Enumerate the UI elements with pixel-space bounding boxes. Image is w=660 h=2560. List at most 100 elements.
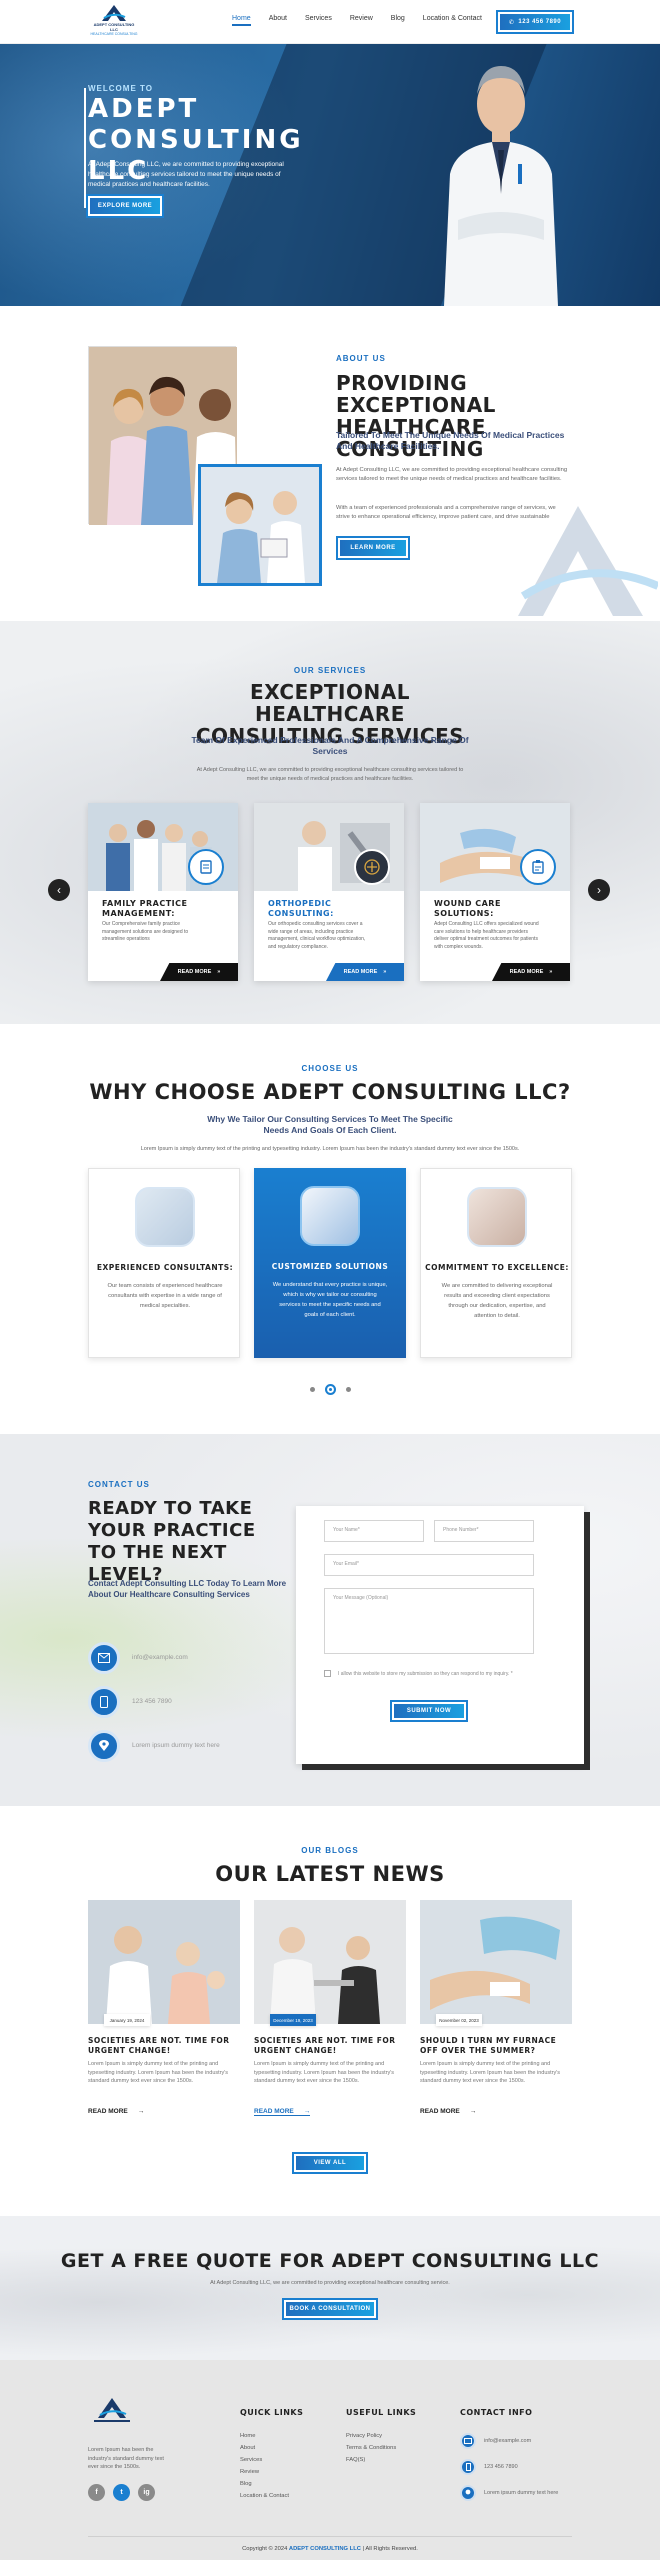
service-card-title: WOUND CARE SOLUTIONS: bbox=[434, 899, 501, 918]
about-subtitle: Tailored To Meet The Unique Needs Of Med… bbox=[336, 430, 565, 451]
blog-post[interactable]: November 02, 2023 SHOULD I TURN MY FURNA… bbox=[420, 1900, 572, 2126]
email-field[interactable]: Your Email* bbox=[324, 1554, 534, 1576]
message-field[interactable]: Your Message (Optional) bbox=[324, 1588, 534, 1654]
consultants-image bbox=[135, 1187, 195, 1247]
nav-review[interactable]: Review bbox=[350, 15, 373, 26]
chevron-right-icon: › bbox=[597, 883, 601, 897]
blog-section: OUR BLOGS OUR LATEST NEWS January 19, 20… bbox=[0, 1806, 660, 2216]
blog-post-date: December 19, 2023 bbox=[270, 2014, 316, 2026]
service-card-desc: Our Comprehensive family practice manage… bbox=[102, 921, 189, 942]
excellence-image bbox=[467, 1187, 527, 1247]
explore-more-button[interactable]: EXPLORE MORE bbox=[88, 196, 162, 216]
carousel-dot-active[interactable] bbox=[324, 1384, 336, 1395]
blog-kicker: OUR BLOGS bbox=[301, 1846, 359, 1855]
why-card-title: COMMITMENT TO EXCELLENCE: bbox=[425, 1263, 569, 1272]
contact-section: CONTACT US READY TO TAKE YOUR PRACTICE T… bbox=[0, 1434, 660, 1806]
footer-link-privacy[interactable]: Privacy Policy bbox=[346, 2433, 416, 2439]
carousel-next-button[interactable]: › bbox=[588, 879, 610, 901]
blog-post-title[interactable]: SOCIETIES ARE NOT. TIME FOR URGENT CHANG… bbox=[88, 2036, 238, 2056]
why-choose-section: CHOOSE US WHY CHOOSE ADEPT CONSULTING LL… bbox=[0, 1024, 660, 1434]
read-more-button[interactable]: READ MORE» bbox=[492, 963, 570, 981]
footer-link-blog[interactable]: Blog bbox=[240, 2481, 303, 2487]
footer-divider bbox=[88, 2536, 572, 2537]
footer-link-location-contact[interactable]: Location & Contact bbox=[240, 2493, 303, 2499]
blog-post[interactable]: January 19, 2024 SOCIETIES ARE NOT. TIME… bbox=[88, 1900, 240, 2126]
phone-field[interactable]: Phone Number* bbox=[434, 1520, 534, 1542]
why-card-experienced[interactable]: EXPERIENCED CONSULTANTS: Our team consis… bbox=[88, 1168, 240, 1358]
read-more-link[interactable]: READ MORE → bbox=[88, 2108, 144, 2115]
useful-links: USEFUL LINKS Privacy Policy Terms & Cond… bbox=[346, 2408, 416, 2469]
nav-blog[interactable]: Blog bbox=[391, 15, 405, 26]
blog-post[interactable]: December 19, 2023 SOCIETIES ARE NOT. TIM… bbox=[254, 1900, 406, 2126]
service-card-orthopedic[interactable]: ORTHOPEDIC CONSULTING: Our orthopedic co… bbox=[254, 803, 404, 981]
facebook-icon[interactable]: f bbox=[88, 2484, 105, 2501]
blog-post-excerpt: Lorem Ipsum is simply dummy text of the … bbox=[88, 2061, 229, 2084]
footer-link-about[interactable]: About bbox=[240, 2445, 303, 2451]
nav-services[interactable]: Services bbox=[305, 15, 332, 26]
name-field[interactable]: Your Name* bbox=[324, 1520, 424, 1542]
read-more-button[interactable]: READ MORE» bbox=[160, 963, 238, 981]
footer-logo[interactable] bbox=[88, 2396, 136, 2426]
quick-links: QUICK LINKS Home About Services Review B… bbox=[240, 2408, 303, 2505]
why-card-desc: We are committed to delivering exception… bbox=[441, 1283, 553, 1319]
footer-email[interactable]: info@example.com bbox=[460, 2433, 570, 2455]
services-kicker: OUR SERVICES bbox=[293, 666, 367, 675]
why-card-excellence[interactable]: COMMITMENT TO EXCELLENCE: We are committ… bbox=[420, 1168, 572, 1358]
instagram-icon[interactable]: ig bbox=[138, 2484, 155, 2501]
view-all-button[interactable]: VIEW ALL bbox=[294, 2154, 366, 2172]
carousel-dot[interactable] bbox=[345, 1387, 351, 1392]
blog-post-image bbox=[88, 1900, 240, 2024]
quote-text: At Adept Consulting LLC, we are committe… bbox=[210, 2280, 450, 2286]
hero-text: At Adept Consulting LLC, we are committe… bbox=[88, 161, 284, 188]
nav-about[interactable]: About bbox=[269, 15, 287, 26]
phone-icon bbox=[88, 1686, 120, 1718]
blog-post-excerpt: Lorem Ipsum is simply dummy text of the … bbox=[254, 2061, 395, 2084]
logo[interactable]: ADEPT CONSULTING LLC HEALTHCARE CONSULTI… bbox=[90, 4, 138, 40]
arrow-right-icon: → bbox=[137, 2108, 145, 2115]
blog-post-title[interactable]: SOCIETIES ARE NOT. TIME FOR URGENT CHANG… bbox=[254, 2036, 404, 2056]
about-paragraph-1: At Adept Consulting LLC, we are committe… bbox=[336, 467, 568, 482]
footer-link-services[interactable]: Services bbox=[240, 2457, 303, 2463]
service-card-desc: Our orthopedic consulting services cover… bbox=[268, 921, 366, 950]
chevron-left-icon: ‹ bbox=[57, 883, 61, 897]
logo-tagline: HEALTHCARE CONSULTING bbox=[90, 32, 138, 36]
consent-label: I allow this website to store my submiss… bbox=[338, 1671, 513, 1677]
why-kicker: CHOOSE US bbox=[301, 1064, 359, 1073]
book-consultation-button[interactable]: BOOK A CONSULTATION bbox=[284, 2300, 376, 2318]
location-pin-icon bbox=[460, 2485, 476, 2501]
contact-kicker: CONTACT US bbox=[88, 1480, 150, 1489]
footer-link-terms[interactable]: Terms & Conditions bbox=[346, 2445, 416, 2451]
footer-link-faq[interactable]: FAQ(S) bbox=[346, 2457, 416, 2463]
call-button[interactable]: ✆ 123 456 7890 bbox=[498, 12, 572, 32]
why-card-customized[interactable]: CUSTOMIZED SOLUTIONS We understand that … bbox=[254, 1168, 406, 1358]
footer-link-review[interactable]: Review bbox=[240, 2469, 303, 2475]
copyright: Copyright © 2024 ADEPT CONSULTING LLC | … bbox=[242, 2546, 418, 2552]
twitter-icon[interactable]: t bbox=[113, 2484, 130, 2501]
footer-link-home[interactable]: Home bbox=[240, 2433, 303, 2439]
learn-more-button[interactable]: LEARN MORE bbox=[338, 538, 408, 558]
double-arrow-icon: » bbox=[383, 969, 387, 975]
read-more-button[interactable]: READ MORE» bbox=[326, 963, 404, 981]
consent-checkbox[interactable] bbox=[324, 1670, 331, 1677]
contact-phone[interactable]: 123 456 7890 bbox=[88, 1686, 288, 1718]
nav-home[interactable]: Home bbox=[232, 15, 251, 26]
clipboard-icon bbox=[520, 849, 556, 885]
read-more-link[interactable]: READ MORE → bbox=[420, 2108, 476, 2115]
read-more-link[interactable]: READ MORE → bbox=[254, 2108, 311, 2116]
contact-email[interactable]: info@example.com bbox=[88, 1642, 288, 1674]
service-card-desc: Adept Consulting LLC offers specialized … bbox=[434, 921, 539, 950]
arrow-right-icon: → bbox=[469, 2108, 477, 2115]
service-card-wound-care[interactable]: WOUND CARE SOLUTIONS: Adept Consulting L… bbox=[420, 803, 570, 981]
nav-location-contact[interactable]: Location & Contact bbox=[423, 15, 482, 26]
why-subtitle: Why We Tailor Our Consulting Services To… bbox=[207, 1114, 453, 1135]
carousel-prev-button[interactable]: ‹ bbox=[48, 879, 70, 901]
why-card-desc: We understand that every practice is uni… bbox=[272, 1282, 388, 1318]
contact-title: READY TO TAKE YOUR PRACTICE TO THE NEXT … bbox=[88, 1498, 256, 1585]
carousel-dot[interactable] bbox=[309, 1387, 315, 1392]
footer-phone[interactable]: 123 456 7890 bbox=[460, 2459, 570, 2481]
blog-post-title[interactable]: SHOULD I TURN MY FURNACE OFF OVER THE SU… bbox=[420, 2036, 570, 2056]
logo-mark-icon bbox=[101, 4, 127, 22]
main-nav: Home About Services Review Blog Location… bbox=[232, 15, 482, 26]
service-card-family-practice[interactable]: FAMILY PRACTICE MANAGEMENT: Our Comprehe… bbox=[88, 803, 238, 981]
submit-button[interactable]: SUBMIT NOW bbox=[392, 1702, 466, 1720]
